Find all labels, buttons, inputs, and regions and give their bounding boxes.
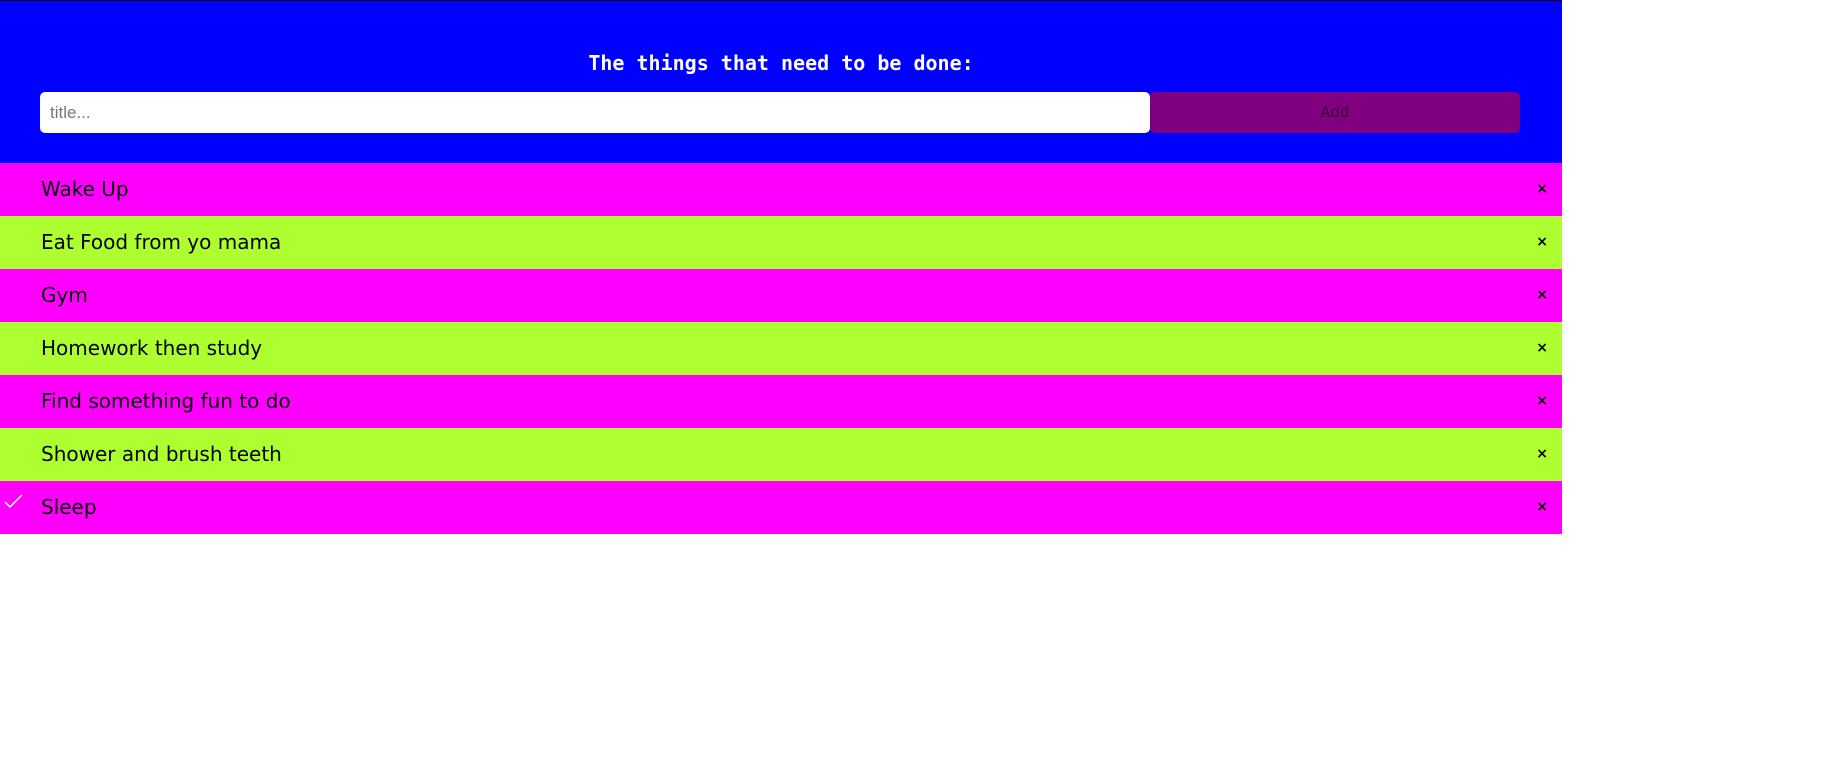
add-button[interactable]: Add [1150, 92, 1520, 133]
header: The things that need to be done: Add [0, 0, 1562, 163]
close-icon[interactable]: × [1536, 163, 1548, 216]
list-item[interactable]: Gym × [0, 269, 1562, 322]
list-item[interactable]: Sleep × [0, 481, 1562, 534]
close-icon[interactable]: × [1536, 216, 1548, 269]
list-item[interactable]: Find something fun to do × [0, 375, 1562, 428]
close-icon[interactable]: × [1536, 428, 1548, 481]
close-icon[interactable]: × [1536, 481, 1548, 534]
todo-app: The things that need to be done: Add Wak… [0, 0, 1562, 763]
list-item[interactable]: Shower and brush teeth × [0, 428, 1562, 481]
todo-label: Find something fun to do [41, 389, 291, 413]
todo-label: Gym [41, 283, 88, 307]
list-item[interactable]: Wake Up × [0, 163, 1562, 216]
list-item[interactable]: Eat Food from yo mama × [0, 216, 1562, 269]
todo-label: Sleep [41, 495, 97, 519]
page-title: The things that need to be done: [588, 51, 974, 75]
title-input[interactable] [40, 92, 1150, 133]
check-icon [4, 493, 24, 513]
todo-label: Wake Up [41, 177, 129, 201]
todo-label: Shower and brush teeth [41, 442, 282, 466]
close-icon[interactable]: × [1536, 375, 1548, 428]
todo-label: Eat Food from yo mama [41, 230, 282, 254]
add-todo-form: Add [40, 92, 1520, 133]
todo-list: Wake Up × Eat Food from yo mama × Gym × … [0, 163, 1562, 534]
todo-label: Homework then study [41, 336, 263, 360]
list-item[interactable]: Homework then study × [0, 322, 1562, 375]
close-icon[interactable]: × [1536, 269, 1548, 322]
close-icon[interactable]: × [1536, 322, 1548, 375]
